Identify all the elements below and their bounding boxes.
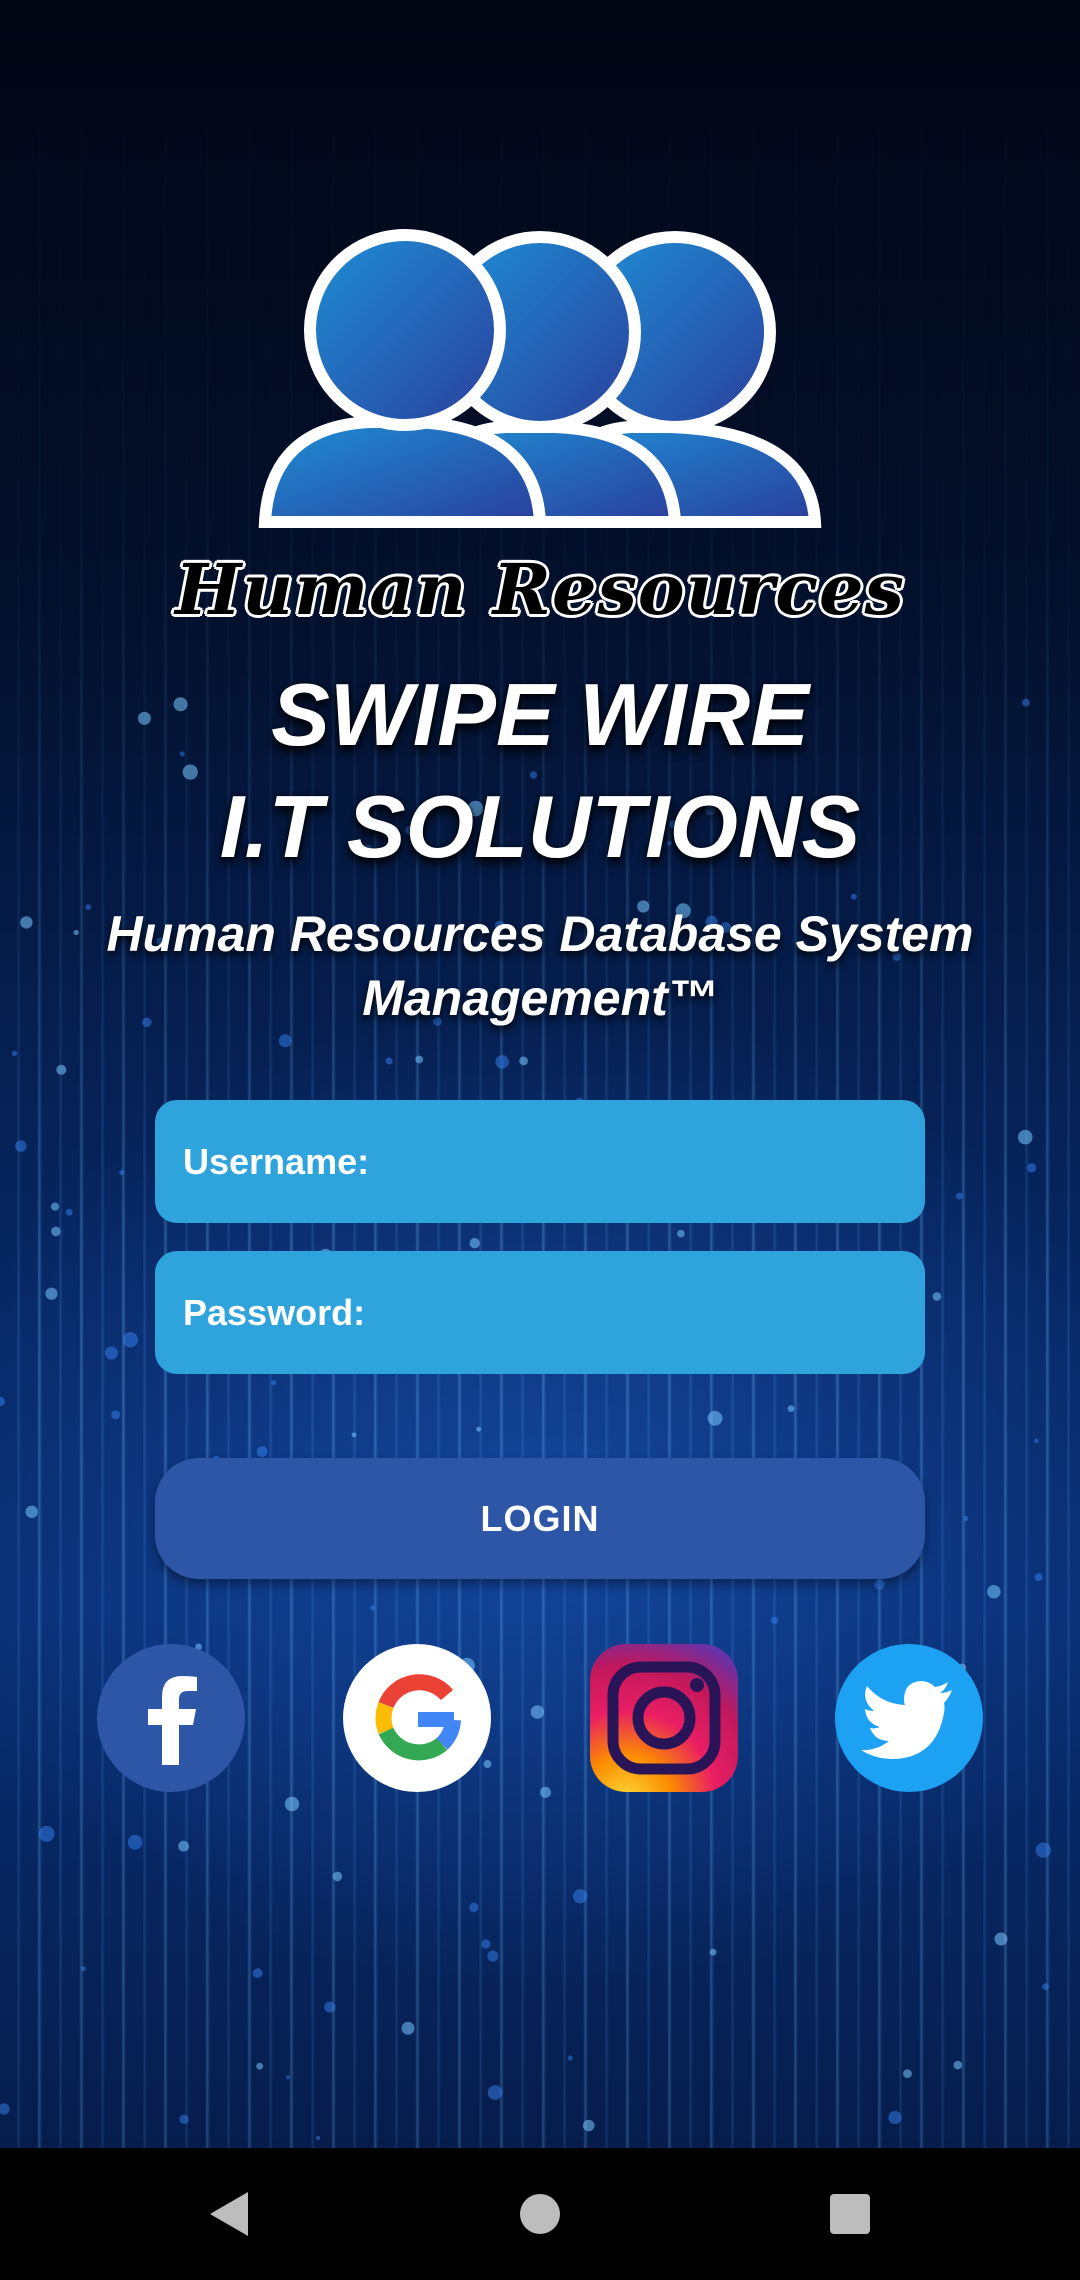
app-subtitle: Human Resources Database System Manageme… — [106, 906, 974, 1026]
google-button[interactable] — [342, 1643, 492, 1793]
facebook-button[interactable] — [96, 1643, 246, 1793]
twitter-button[interactable] — [834, 1643, 984, 1793]
instagram-button[interactable] — [589, 1643, 739, 1793]
back-button[interactable] — [190, 2174, 270, 2254]
facebook-icon — [97, 1644, 245, 1792]
home-button[interactable] — [500, 2174, 580, 2254]
google-icon — [343, 1644, 491, 1792]
login-button[interactable]: LOGIN — [155, 1458, 925, 1579]
login-screen: Human Resources SWIPE WIRE I.T SOLUTIONS… — [0, 0, 1080, 2148]
system-navigation-bar — [0, 2148, 1080, 2280]
username-field[interactable]: Username: — [155, 1099, 925, 1224]
password-label: Password: — [183, 1291, 366, 1333]
username-label: Username: — [183, 1140, 370, 1182]
people-logo-icon — [258, 229, 822, 528]
password-input[interactable] — [365, 1250, 925, 1375]
recents-icon — [830, 2194, 870, 2234]
home-icon — [520, 2194, 560, 2234]
logo-wordmark: Human Resources — [175, 548, 905, 631]
back-icon — [210, 2192, 248, 2236]
recents-button[interactable] — [810, 2174, 890, 2254]
company-name-line1: SWIPE WIRE — [271, 665, 809, 764]
twitter-icon — [835, 1644, 983, 1792]
company-name-line2: I.T SOLUTIONS — [219, 777, 861, 876]
username-input[interactable] — [369, 1099, 925, 1224]
password-field[interactable]: Password: — [155, 1250, 925, 1375]
instagram-icon — [590, 1644, 738, 1792]
